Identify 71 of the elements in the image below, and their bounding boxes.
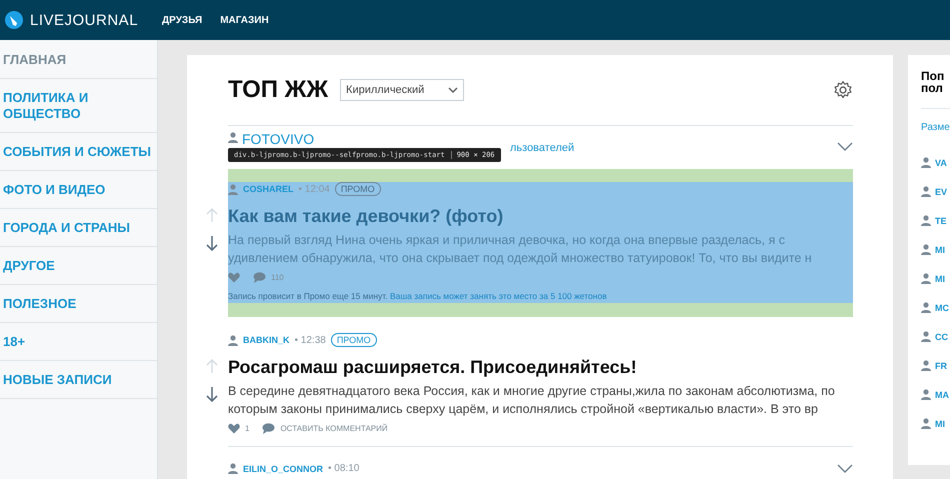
user-link[interactable]: CC	[935, 332, 948, 342]
vote-arrows-icon[interactable]	[205, 359, 219, 403]
user-link[interactable]: MI	[935, 419, 945, 429]
user-link[interactable]: MC	[935, 303, 949, 313]
logo-text[interactable]: LIVEJOURNAL	[30, 12, 138, 28]
users-link[interactable]: льзователей	[510, 142, 574, 154]
sidebar-item[interactable]: НОВЫЕ ЗАПИСИ	[0, 361, 157, 399]
user-link[interactable]: MI	[935, 245, 945, 255]
nav-link[interactable]: МАГАЗИН	[220, 14, 269, 26]
likes-count: 1	[245, 424, 250, 433]
user-icon	[921, 186, 931, 197]
user-icon	[921, 273, 931, 284]
user-icon	[228, 463, 238, 474]
post-title[interactable]: Росагромаш расширяется. Присоединяйтесь!	[228, 357, 853, 378]
user-icon	[921, 157, 931, 168]
page-title: ТОП ЖЖ	[228, 76, 328, 104]
user-icon	[921, 215, 931, 226]
caret-icon	[448, 87, 458, 93]
promo-note: Запись провисит в Промо еще 15 минут.	[228, 291, 388, 301]
user-link[interactable]: EV	[935, 187, 948, 197]
user-link[interactable]: FR	[935, 361, 947, 371]
user-icon	[228, 132, 238, 143]
sidebar-item[interactable]: СОБЫТИЯ И СЮЖЕТЫ	[0, 133, 157, 171]
user-icon	[921, 389, 931, 400]
sidebar-item[interactable]: 18+	[0, 323, 157, 361]
promo-link[interactable]: Ваша запись может занять это место за 5 100 жетонов	[390, 291, 607, 301]
sidebar-item[interactable]: ПОЛЕЗНОЕ	[0, 285, 157, 323]
place-link[interactable]: Разме	[921, 122, 950, 133]
user-link[interactable]: VA	[935, 158, 947, 168]
promo-badge: ПРОМО	[334, 182, 381, 196]
sidebar-item[interactable]: ГЛАВНАЯ	[0, 40, 157, 79]
post-time: • 12:04	[298, 184, 330, 194]
user-icon	[228, 184, 238, 194]
post-time: • 12:38	[294, 334, 326, 346]
user-icon	[228, 334, 238, 346]
heart-icon[interactable]	[228, 423, 240, 434]
post-time: • 08:10	[328, 463, 360, 474]
vote-arrows-icon[interactable]	[205, 208, 219, 252]
chevron-icon[interactable]	[837, 142, 853, 151]
chevron-icon[interactable]	[837, 464, 853, 473]
user-link[interactable]: TE	[935, 216, 947, 226]
panel-title: пол	[921, 82, 944, 94]
author-link[interactable]: COSHAREL	[243, 184, 294, 194]
sidebar-item[interactable]: ГОРОДА И СТРАНЫ	[0, 209, 157, 247]
user-icon	[921, 302, 931, 313]
post-title[interactable]: Как вам такие девочки? (фото)	[228, 206, 853, 227]
sidebar-item[interactable]: ФОТО И ВИДЕО	[0, 171, 157, 209]
comments-link[interactable]: ОСТАВИТЬ КОММЕНТАРИЙ	[280, 424, 388, 433]
comments-link[interactable]: 110	[271, 273, 284, 282]
user-link[interactable]: MA	[935, 390, 949, 400]
comment-icon[interactable]	[253, 272, 266, 283]
post-excerpt: На первый взгляд Нина очень яркая и приличная девочка, но когда она впервые разделась, я с удивлением обнаружила, что она скрывает под одеждой множество татуировок! То, что вы видите н	[228, 232, 813, 267]
author-link[interactable]: EILIN_O_CONNOR	[243, 464, 324, 474]
heart-icon[interactable]	[228, 272, 240, 283]
alphabet-select[interactable]: Кириллический	[340, 79, 464, 101]
settings-icon[interactable]	[833, 80, 853, 100]
comment-icon[interactable]	[262, 423, 276, 434]
user-icon	[921, 360, 931, 371]
author-link[interactable]: BABKIN_K	[243, 335, 290, 345]
sidebar-item[interactable]: ДРУГОЕ	[0, 247, 157, 285]
panel-title: Поп	[921, 70, 946, 82]
promo-badge: ПРОМО	[330, 333, 377, 347]
pencil-logo-icon[interactable]	[4, 10, 24, 30]
user-icon	[921, 331, 931, 342]
user-icon	[921, 244, 931, 255]
user-link[interactable]: MI	[935, 274, 945, 284]
sidebar-item[interactable]: ПОЛИТИКА И ОБЩЕСТВО	[0, 79, 157, 133]
nav-link[interactable]: ДРУЗЬЯ	[162, 14, 202, 26]
post-excerpt: В середине девятнадцатого века Россия, как и многие другие страны,жила по законам абсолютизма, по которым законы принимались сверху царём, и исполнялись стройной «вертикалью власти». В это вр	[228, 383, 836, 418]
author-link[interactable]: FOTOVIVO	[242, 132, 314, 147]
user-icon	[921, 418, 931, 429]
